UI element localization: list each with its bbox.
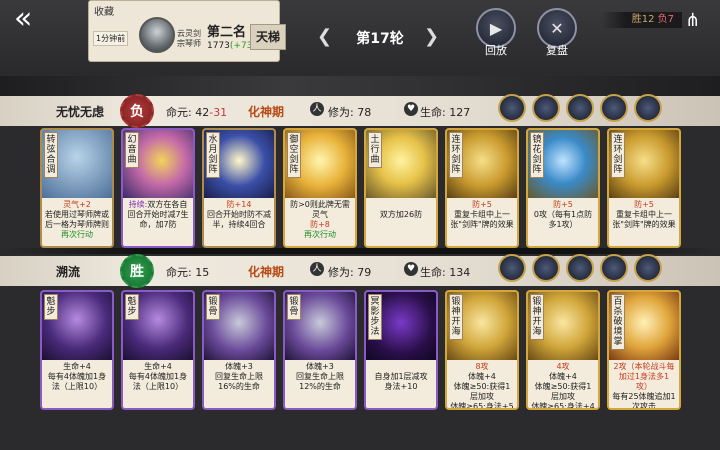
talent-badge-icon[interactable] <box>498 94 526 122</box>
heart-icon: ♥ <box>404 102 418 116</box>
card-name: 水月剑阵 <box>206 132 220 178</box>
back-arrow-icon[interactable]: « <box>14 4 60 34</box>
talent-badge-icon[interactable] <box>498 254 526 282</box>
result-badge: 负 <box>120 94 154 128</box>
card[interactable]: 连环剑阵 防+5 重复卡组中上一张"剑阵"牌的效果 <box>445 128 519 248</box>
card-name: 幻音曲 <box>125 132 139 168</box>
card-name: 土行曲 <box>368 132 382 168</box>
card-desc: 2攻（本轮战斗每加过1身法多1攻） 每有25体魄追加1次攻击 <box>612 362 676 410</box>
card-name: 锻骨 <box>206 294 220 320</box>
talent-badge-icon[interactable] <box>532 254 560 282</box>
result-badge: 胜 <box>120 254 154 288</box>
top-bar: « 收藏 1分钟前 云灵剑宗琴师 第二名 1773(+73) 天梯 ❮ 第17轮… <box>0 0 720 74</box>
crossed-swords-icon: ✕ <box>550 18 564 38</box>
realm-label: 化神期 <box>248 265 285 279</box>
hp-stat: 生命: 127 <box>420 106 471 119</box>
sect-label: 云灵剑宗琴师 <box>177 29 201 48</box>
win-loss-record: 胜12 负7 <box>602 12 682 28</box>
next-round-chevron-icon[interactable]: ❯ <box>424 26 439 47</box>
talent-badge-icon[interactable] <box>634 94 662 122</box>
life-stat: 命元: 42-31 <box>166 106 228 119</box>
ladder-tag: 天梯 <box>250 24 286 50</box>
card[interactable]: 百杀破境掌 2攻（本轮战斗每加过1身法多1攻） 每有25体魄追加1次攻击 <box>607 290 681 410</box>
rank-place: 第二名 <box>207 25 247 40</box>
card[interactable]: 魁步 生命+4 每有4体魄加1身法（上限10） <box>121 290 195 410</box>
talent-badge-icon[interactable] <box>600 254 628 282</box>
card-desc: 体魄+3 回复生命上限12%的生命 <box>296 362 344 391</box>
talent-badge-icon[interactable] <box>600 94 628 122</box>
card-desc: 双方加26防 <box>379 210 423 219</box>
card[interactable]: 连环剑阵 防+5 重复卡组中上一张"剑阵"牌的效果 <box>607 128 681 248</box>
card-name: 连环剑阵 <box>449 132 463 178</box>
card[interactable]: 转弦合调 灵气+2 若使用过琴师牌或后一格为琴师牌则再次行动 <box>40 128 114 248</box>
card-name: 锻神开海 <box>449 294 463 340</box>
ink-divider <box>0 76 720 96</box>
rank-score: 1773(+73) <box>207 41 256 51</box>
card[interactable]: 锻骨 体魄+3 回复生命上限16%的生命 <box>202 290 276 410</box>
card[interactable]: 水月剑阵 防+14 回合开始时防不减半，持续4回合 <box>202 128 276 248</box>
talent-badge-icon[interactable] <box>566 254 594 282</box>
player-1-bar: 无忧无虑 负 命元: 42-31 化神期 人 修为: 78 ♥ 生命: 127 <box>0 94 720 128</box>
card-name: 转弦合调 <box>44 132 58 178</box>
cultivation-stat: 修为: 78 <box>328 106 372 119</box>
card-desc: 4攻 体魄+4 体魄≥50:获得1层加攻 体魄≥65:身法+4 <box>531 362 595 410</box>
cultivation-stat: 修为: 79 <box>328 266 372 279</box>
prev-round-chevron-icon[interactable]: ❮ <box>317 26 332 47</box>
card[interactable]: 魁步 生命+4 每有4体魄加1身法（上限10） <box>40 290 114 410</box>
card-desc: 防+5 重复卡组中上一张"剑阵"牌的效果 <box>450 200 514 229</box>
share-icon[interactable]: ⋔ <box>685 10 700 31</box>
card-desc: 灵气+2 若使用过琴师牌或后一格为琴师牌则再次行动 <box>45 200 109 239</box>
card-desc: 防+5 0攻（每有1点防多1攻） <box>533 200 593 229</box>
time-ago: 1分钟前 <box>93 31 129 46</box>
card-name: 锻神开海 <box>530 294 544 340</box>
player-2-badges <box>498 254 662 282</box>
life-stat: 命元: 15 <box>166 266 210 279</box>
hp-stat: 生命: 134 <box>420 266 471 279</box>
player-2-deck: 魁步 生命+4 每有4体魄加1身法（上限10） 魁步 生命+4 每有4体魄加1身法（… <box>40 290 681 410</box>
replay-label: 回放 <box>485 44 507 57</box>
card-desc: 防+14 回合开始时防不减半，持续4回合 <box>207 200 271 229</box>
card-name: 魁步 <box>125 294 139 320</box>
card-desc: 持续:双方在各自回合开始时减7生命，加7防 <box>127 200 189 229</box>
card-desc: 防>0则此牌无需灵气 防+8 再次行动 <box>290 200 350 239</box>
cultivation-icon: 人 <box>310 102 324 116</box>
favorite-label[interactable]: 收藏 <box>94 3 114 18</box>
heart-icon: ♥ <box>404 262 418 276</box>
play-icon: ▶ <box>489 18 503 38</box>
card[interactable]: 幻音曲 持续:双方在各自回合开始时减7生命，加7防 <box>121 128 195 248</box>
card[interactable]: 土行曲 双方加26防 <box>364 128 438 248</box>
card-name: 冥影步法 <box>368 294 382 340</box>
cultivation-icon: 人 <box>310 262 324 276</box>
review-label: 复盘 <box>546 44 568 57</box>
talent-badge-icon[interactable] <box>634 254 662 282</box>
card[interactable]: 1 冥影步法 自身加1层减攻身法+10 <box>364 290 438 410</box>
talent-badge-icon[interactable] <box>532 94 560 122</box>
card-name: 魁步 <box>44 294 58 320</box>
card[interactable]: 1 御空剑阵 防>0则此牌无需灵气防+8再次行动 <box>283 128 357 248</box>
card[interactable]: 锻神开海 8攻 体魄+4 体魄≥50:获得1层加攻 体魄≥65:身法+5 <box>445 290 519 410</box>
card-desc: 生命+4 每有4体魄加1身法（上限10） <box>47 362 107 391</box>
card-name: 御空剑阵 <box>287 132 301 178</box>
realm-label: 化神期 <box>248 105 285 119</box>
card-desc: 生命+4 每有4体魄加1身法（上限10） <box>128 362 188 391</box>
card-desc: 自身加1层减攻 身法+10 <box>374 372 428 391</box>
avatar <box>139 17 175 53</box>
card[interactable]: 镜花剑阵 防+5 0攻（每有1点防多1攻） <box>526 128 600 248</box>
round-title: 第17轮 <box>356 31 404 47</box>
card[interactable]: 锻骨 体魄+3 回复生命上限12%的生命 <box>283 290 357 410</box>
player-name: 无忧无虑 <box>56 105 105 119</box>
player-1-deck: 转弦合调 灵气+2 若使用过琴师牌或后一格为琴师牌则再次行动 幻音曲 持续:双方在… <box>40 128 681 248</box>
talent-badge-icon[interactable] <box>566 94 594 122</box>
player-2-bar: 溯流 胜 命元: 15 化神期 人 修为: 79 ♥ 生命: 134 <box>0 254 720 288</box>
card-desc: 防+5 重复卡组中上一张"剑阵"牌的效果 <box>612 200 676 229</box>
player-name: 溯流 <box>56 265 81 279</box>
card-name: 锻骨 <box>287 294 301 320</box>
card[interactable]: 锻神开海 4攻 体魄+4 体魄≥50:获得1层加攻 体魄≥65:身法+4 <box>526 290 600 410</box>
card-name: 百杀破境掌 <box>611 294 625 350</box>
player-1-badges <box>498 94 662 122</box>
card-name: 镜花剑阵 <box>530 132 544 178</box>
card-name: 连环剑阵 <box>611 132 625 178</box>
card-desc: 8攻 体魄+4 体魄≥50:获得1层加攻 体魄≥65:身法+5 <box>450 362 514 410</box>
card-desc: 体魄+3 回复生命上限16%的生命 <box>215 362 263 391</box>
